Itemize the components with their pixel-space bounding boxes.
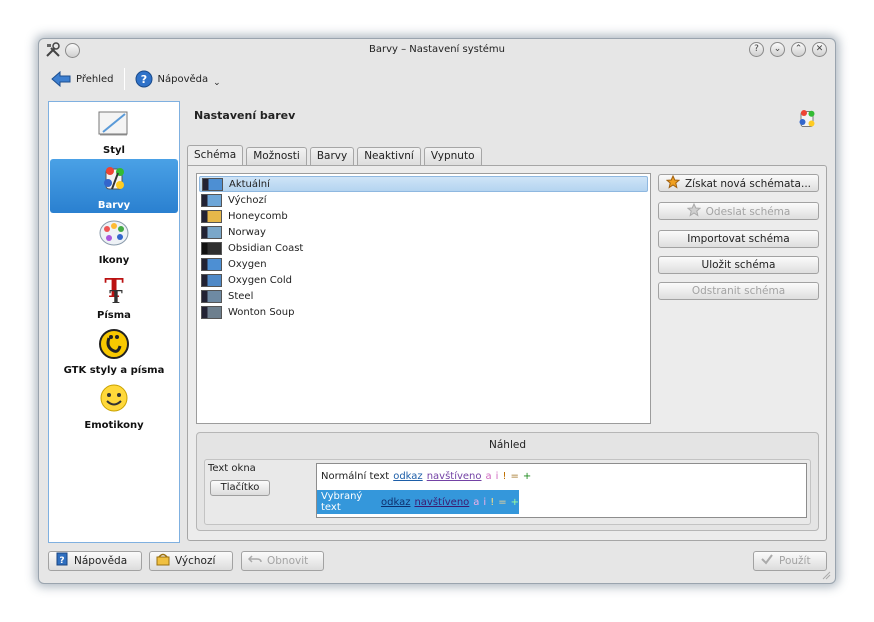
toolbar: Přehled ? Nápověda ⌄ <box>47 67 225 91</box>
sidebar-item-styl[interactable]: Styl <box>50 104 178 158</box>
sidebar-item-ikony[interactable]: Ikony <box>50 214 178 268</box>
star-icon <box>686 203 701 217</box>
help-button[interactable]: ? Nápověda <box>48 551 142 571</box>
list-item[interactable]: Oxygen <box>199 256 648 272</box>
window-title: Barvy – Nastavení systému <box>368 44 505 55</box>
scheme-swatch <box>201 289 222 303</box>
style-icon <box>98 111 128 136</box>
bottom-button-bar: ? Nápověda Výchozí Obnovit Použít <box>48 551 827 571</box>
sidebar-item-label: Barvy <box>97 200 131 211</box>
save-scheme-button[interactable]: Uložit schéma <box>658 256 819 274</box>
font-icon: T T <box>104 274 124 305</box>
toolbar-separator <box>123 68 125 90</box>
preview-group: Náhled Text okna Tlačítko Normální text … <box>196 432 819 531</box>
help-icon: ? <box>135 70 153 88</box>
window-text-label: Text okna <box>208 463 256 474</box>
page-title: Nastavení barev <box>194 109 296 122</box>
scheme-swatch <box>201 273 222 287</box>
apply-button[interactable]: Použít <box>753 551 827 571</box>
maximize-button[interactable]: ⌃ <box>791 42 806 57</box>
overview-label: Přehled <box>76 73 114 85</box>
close-button[interactable]: ✕ <box>812 42 827 57</box>
list-item[interactable]: Aktuální <box>199 176 648 192</box>
help-book-icon: ? <box>56 552 68 566</box>
scheme-swatch <box>201 241 222 255</box>
preview-visited-link-selected[interactable]: navštíveno <box>414 497 469 508</box>
preview-link-selected[interactable]: odkaz <box>381 497 410 508</box>
schema-tab-panel: Aktuální Výchozí Honeycomb Norway Obsidi… <box>187 165 827 541</box>
scheme-swatch <box>202 177 223 191</box>
list-item[interactable]: Obsidian Coast <box>199 240 648 256</box>
sidebar-item-pisma[interactable]: T T Písma <box>50 269 178 323</box>
list-item[interactable]: Oxygen Cold <box>199 272 648 288</box>
smiley-icon <box>100 384 128 412</box>
sidebar-item-barvy[interactable]: Barvy <box>50 159 178 213</box>
undo-icon <box>248 555 262 563</box>
selected-text-row: Vybraný text odkaz navštíveno a i ! = + <box>317 490 519 514</box>
import-scheme-button[interactable]: Importovat schéma <box>658 230 819 248</box>
help-menu-label: Nápověda <box>157 73 209 85</box>
preview-link[interactable]: odkaz <box>393 471 422 482</box>
tab-bar: Schéma Možnosti Barvy Neaktivní Vypnuto <box>187 145 482 166</box>
help-title-button[interactable]: ? <box>749 42 764 57</box>
defaults-button[interactable]: Výchozí <box>149 551 233 571</box>
window: Barvy – Nastavení systému ? ⌄ ⌃ ✕ Přehle… <box>38 38 836 584</box>
svg-text:?: ? <box>59 556 64 566</box>
color-palette-icon <box>104 167 124 190</box>
scheme-list[interactable]: Aktuální Výchozí Honeycomb Norway Obsidi… <box>196 173 651 424</box>
svg-text:?: ? <box>140 73 146 86</box>
overview-button[interactable]: Přehled <box>47 71 118 87</box>
category-sidebar: Styl Barvy Ikony T T Písma GTK styly a p… <box>48 101 180 543</box>
tab-barvy[interactable]: Barvy <box>309 147 355 166</box>
help-menu-button[interactable]: ? Nápověda ⌄ <box>131 70 225 88</box>
list-item[interactable]: Wonton Soup <box>199 304 648 320</box>
sidebar-item-emotikony[interactable]: Emotikony <box>50 379 178 433</box>
sidebar-item-label: Emotikony <box>84 420 144 431</box>
list-item[interactable]: Výchozí <box>199 192 648 208</box>
list-item[interactable]: Steel <box>199 288 648 304</box>
minimize-button[interactable]: ⌄ <box>770 42 785 57</box>
tab-schema[interactable]: Schéma <box>187 145 244 166</box>
normal-text-row: Normální text odkaz navštíveno a i ! = + <box>321 470 532 482</box>
icons-palette-icon <box>99 220 129 246</box>
upload-scheme-button[interactable]: Odeslat schéma <box>658 202 819 220</box>
back-arrow-icon <box>51 71 71 87</box>
star-icon <box>665 175 680 189</box>
sidebar-item-label: Písma <box>97 310 131 321</box>
chevron-down-icon: ⌄ <box>213 78 221 88</box>
sidebar-item-gtk[interactable]: GTK styly a písma <box>50 324 178 378</box>
titlebar: Barvy – Nastavení systému ? ⌄ ⌃ ✕ <box>39 39 835 61</box>
color-palette-icon <box>799 110 815 127</box>
preview-text-area: Normální text odkaz navštíveno a i ! = +… <box>316 463 807 518</box>
remove-scheme-button[interactable]: Odstranit schéma <box>658 282 819 300</box>
check-icon <box>761 554 773 565</box>
preview-button[interactable]: Tlačítko <box>210 480 270 496</box>
preview-title: Náhled <box>489 439 526 451</box>
list-item[interactable]: Norway <box>199 224 648 240</box>
reset-button[interactable]: Obnovit <box>241 551 324 571</box>
preview-visited-link[interactable]: navštíveno <box>427 471 482 482</box>
svg-text:T: T <box>109 287 123 305</box>
sidebar-item-label: Styl <box>103 145 125 156</box>
get-new-schemes-button[interactable]: Získat nová schémata... <box>658 174 819 192</box>
scheme-swatch <box>201 225 222 239</box>
tab-vypnuto[interactable]: Vypnuto <box>423 147 482 166</box>
gtk-icon <box>99 329 129 359</box>
resize-grip-icon[interactable] <box>821 570 831 580</box>
list-item[interactable]: Honeycomb <box>199 208 648 224</box>
tab-neaktivni[interactable]: Neaktivní <box>357 147 421 166</box>
scheme-swatch <box>201 305 222 319</box>
scheme-swatch <box>201 193 222 207</box>
sidebar-item-label: GTK styly a písma <box>63 365 165 376</box>
tab-moznosti[interactable]: Možnosti <box>246 147 307 166</box>
restore-defaults-icon <box>156 553 170 566</box>
scheme-swatch <box>201 209 222 223</box>
preview-area: Text okna Tlačítko Normální text odkaz n… <box>204 459 811 525</box>
scheme-swatch <box>201 257 222 271</box>
sidebar-item-label: Ikony <box>98 255 130 266</box>
